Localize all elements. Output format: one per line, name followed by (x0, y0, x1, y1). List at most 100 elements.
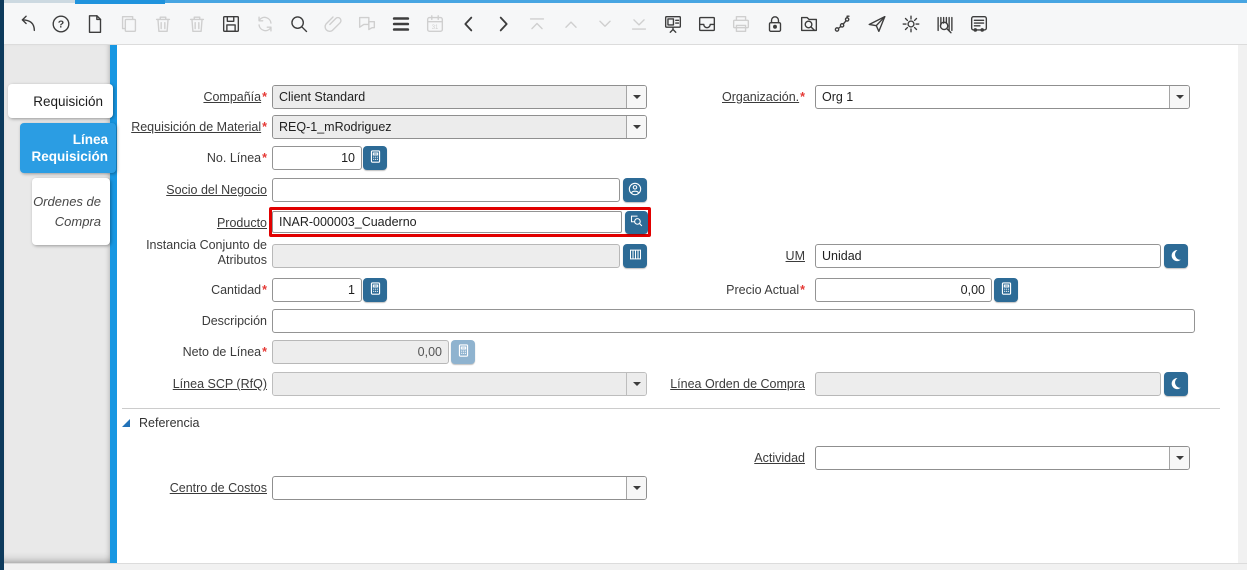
business-partner-icon (627, 181, 643, 200)
actividad-value (816, 447, 1169, 469)
find-icon[interactable] (287, 12, 310, 35)
socio-negocio-input[interactable] (272, 178, 620, 202)
cantidad-input[interactable] (272, 278, 362, 302)
requery-icon (253, 12, 276, 35)
chat-icon (355, 12, 378, 35)
label-neto-linea: Neto de Línea (122, 340, 267, 364)
precio-actual-calculator-button[interactable] (994, 278, 1018, 302)
collapse-triangle-icon (122, 419, 130, 427)
actividad-combobox[interactable] (815, 446, 1190, 470)
tab-ordenes-de-compra[interactable]: Ordenes de Compra (32, 178, 110, 245)
label-descripcion: Descripción (201, 314, 267, 328)
tab-label: Línea Requisición (31, 132, 108, 164)
workflow-icon[interactable] (831, 12, 854, 35)
delete-record-icon (151, 12, 174, 35)
svg-text:31: 31 (431, 25, 438, 31)
window-left-border (0, 0, 4, 570)
label-instancia-atributos: Instancia Conjunto de Atributos (146, 238, 267, 267)
label-producto: Producto (216, 216, 267, 230)
requisicion-material-combobox[interactable]: REQ-1_mRodriguez (272, 115, 647, 139)
requisicion-material-value: REQ-1_mRodriguez (273, 116, 626, 138)
cantidad-calculator-button[interactable] (363, 278, 387, 302)
label-actividad: Actividad (754, 451, 805, 465)
top-strip-active-segment (75, 0, 165, 4)
archive-icon[interactable] (695, 12, 718, 35)
chevron-down-icon[interactable] (1169, 86, 1189, 108)
history-icon: 31 (423, 12, 446, 35)
chevron-down-icon[interactable] (626, 116, 646, 138)
organizacion-combobox[interactable]: Org 1 (815, 85, 1190, 109)
centro-costos-value (273, 477, 626, 499)
label-linea-scp: Línea SCP (RfQ) (172, 377, 267, 391)
product-search-icon (629, 213, 644, 231)
neto-linea-calculator-button (451, 340, 475, 364)
label-cantidad: Cantidad (122, 278, 267, 302)
zoom-across-icon[interactable] (797, 12, 820, 35)
linea-scp-combobox (272, 372, 647, 396)
no-linea-calculator-button[interactable] (363, 146, 387, 170)
descripcion-input[interactable] (272, 309, 1195, 333)
print-icon (729, 12, 752, 35)
next-record-icon (593, 12, 616, 35)
no-linea-input[interactable] (272, 146, 362, 170)
process-icon[interactable] (899, 12, 922, 35)
first-record-icon (525, 12, 548, 35)
last-record-icon (627, 12, 650, 35)
calculator-icon (456, 343, 471, 361)
attachment-icon (321, 12, 344, 35)
grid-toggle-icon[interactable] (389, 12, 412, 35)
socio-negocio-info-button[interactable] (623, 178, 647, 202)
label-compania: Compañía (122, 85, 267, 109)
delete-selection-icon (185, 12, 208, 35)
precio-actual-input[interactable] (815, 278, 992, 302)
help-icon[interactable]: ? (49, 12, 72, 35)
centro-costos-combobox[interactable] (272, 476, 647, 500)
vertical-scrollbar[interactable] (1238, 45, 1247, 570)
label-socio-negocio: Socio del Negocio (166, 183, 267, 197)
producto-search-button[interactable] (625, 210, 648, 234)
ignore-changes-icon[interactable] (15, 12, 38, 35)
toolbar: ? 31 (4, 3, 1247, 45)
zoom-crescent-icon (1169, 376, 1183, 393)
section-referencia-header[interactable]: Referencia (122, 416, 199, 430)
label-no-linea: No. Línea (122, 146, 267, 170)
lock-icon[interactable] (763, 12, 786, 35)
chevron-down-icon[interactable] (626, 477, 646, 499)
section-referencia-label: Referencia (139, 416, 200, 430)
form-icon[interactable] (661, 12, 684, 35)
chevron-down-icon[interactable] (1169, 447, 1189, 469)
label-requisicion-material: Requisición de Material (122, 115, 267, 139)
copy-record-icon (117, 12, 140, 35)
label-centro-costos: Centro de Costos (169, 481, 267, 495)
organizacion-value: Org 1 (822, 90, 854, 104)
tab-label: Ordenes de Compra (33, 193, 101, 229)
linea-orden-compra-input (815, 372, 1161, 396)
um-input[interactable] (815, 244, 1161, 268)
compania-value: Client Standard (273, 86, 626, 108)
save-icon[interactable] (219, 12, 242, 35)
tab-requisicion[interactable]: Requisición (8, 84, 113, 118)
new-record-icon[interactable] (83, 12, 106, 35)
parent-record-icon[interactable] (457, 12, 480, 35)
label-um: UM (785, 249, 805, 263)
producto-input[interactable] (272, 211, 622, 233)
label-precio-actual: Precio Actual (655, 278, 805, 302)
send-icon[interactable] (865, 12, 888, 35)
label-organizacion: Organización. (655, 85, 805, 109)
chevron-down-icon (626, 373, 646, 395)
previous-record-icon (559, 12, 582, 35)
chevron-down-icon[interactable] (626, 86, 646, 108)
attribute-grid-icon (628, 247, 643, 265)
report-icon[interactable] (967, 12, 990, 35)
compania-combobox[interactable]: Client Standard (272, 85, 647, 109)
instancia-atributos-input (272, 244, 620, 268)
um-zoom-button[interactable] (1164, 244, 1188, 268)
svg-text:?: ? (57, 18, 63, 30)
linea-orden-compra-zoom-button[interactable] (1164, 372, 1188, 396)
calculator-icon (368, 281, 383, 299)
instancia-atributos-button[interactable] (623, 244, 647, 268)
detail-record-icon[interactable] (491, 12, 514, 35)
zoom-crescent-icon (1169, 248, 1183, 265)
tab-linea-requisicion[interactable]: Línea Requisición (20, 123, 116, 173)
product-info-icon[interactable] (933, 12, 956, 35)
